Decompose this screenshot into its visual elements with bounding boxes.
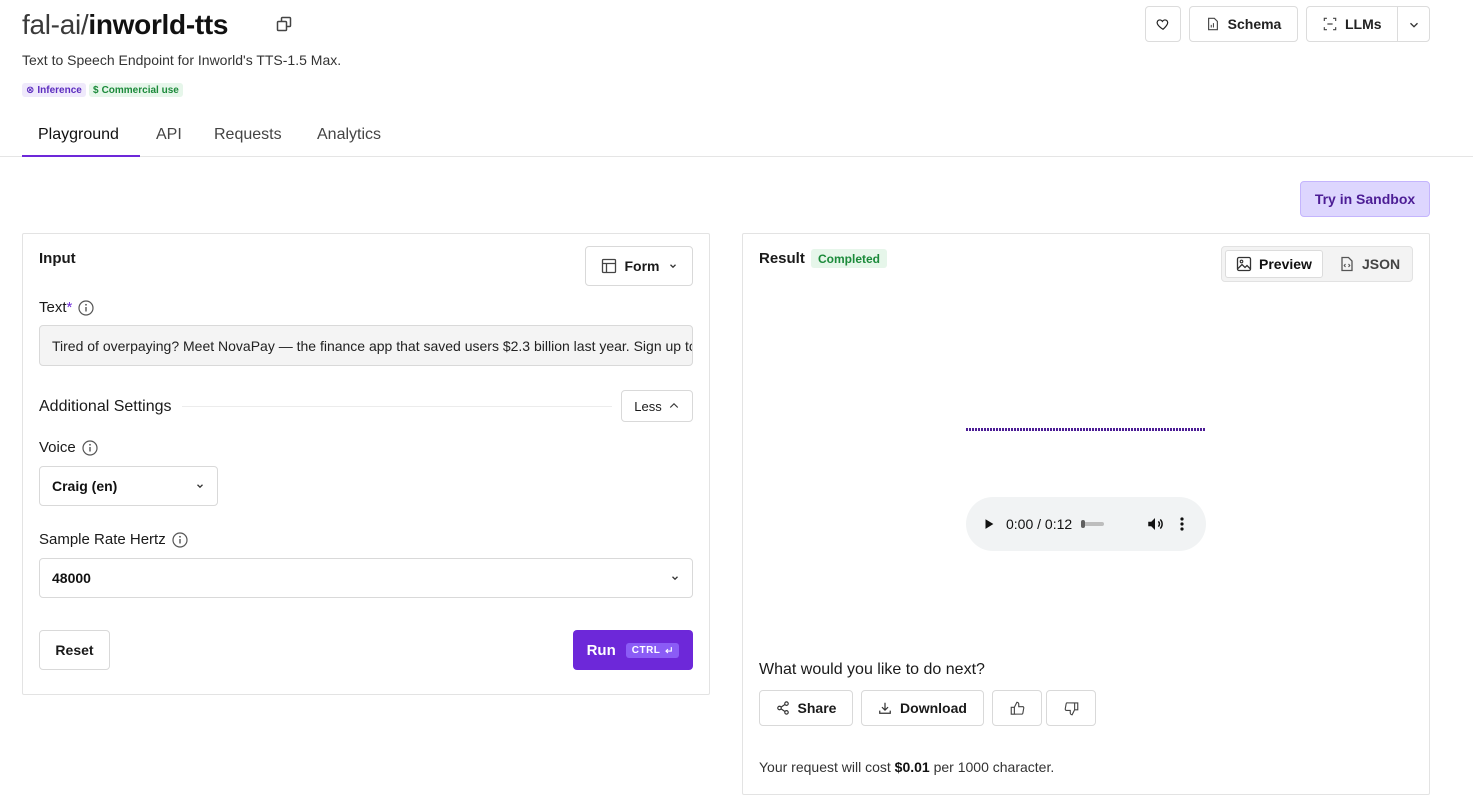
- status-badge: Completed: [811, 249, 888, 268]
- share-icon: [776, 701, 789, 715]
- form-mode-select[interactable]: Form: [585, 246, 693, 286]
- info-icon[interactable]: [172, 531, 188, 548]
- copy-icon[interactable]: [276, 16, 292, 32]
- additional-settings-heading: Additional Settings: [39, 398, 172, 415]
- thumbs-down-button[interactable]: [1046, 690, 1096, 726]
- sample-rate-select[interactable]: 48000: [39, 558, 693, 598]
- model-name: inworld-tts: [88, 9, 229, 40]
- audio-seek-bar[interactable]: [1081, 520, 1105, 528]
- chevron-up-icon: [669, 402, 678, 408]
- favorite-button[interactable]: [1145, 6, 1181, 42]
- voice-select[interactable]: Craig (en): [39, 466, 218, 506]
- voice-label: Voice: [39, 439, 98, 456]
- reset-button[interactable]: Reset: [39, 630, 110, 670]
- info-icon[interactable]: [82, 439, 98, 456]
- cost-note: Your request will cost $0.01 per 1000 ch…: [759, 759, 1055, 775]
- audio-time: 0:00 / 0:12: [1006, 516, 1073, 532]
- enter-key-icon: [665, 646, 673, 653]
- document-icon: [1207, 17, 1218, 31]
- volume-icon[interactable]: [1146, 515, 1164, 533]
- tab-playground[interactable]: Playground: [38, 126, 119, 144]
- thumbs-down-icon: [1064, 701, 1078, 715]
- keyboard-shortcut-badge: CTRL: [625, 642, 680, 658]
- inference-icon: ⊗: [26, 84, 35, 96]
- play-icon[interactable]: [982, 517, 996, 531]
- view-toggle: Preview JSON: [1221, 246, 1413, 282]
- run-button[interactable]: Run CTRL: [573, 630, 693, 670]
- less-button[interactable]: Less: [621, 390, 693, 422]
- org-name: fal-ai/: [22, 9, 89, 40]
- next-action-prompt: What would you like to do next?: [759, 661, 985, 678]
- text-label: Text*: [39, 299, 94, 316]
- code-file-icon: [1341, 256, 1353, 272]
- active-tab-indicator: [22, 155, 140, 157]
- json-tab[interactable]: JSON: [1329, 250, 1410, 278]
- image-icon: [1236, 256, 1252, 272]
- dollar-icon: $: [93, 84, 99, 96]
- tab-api[interactable]: API: [156, 126, 182, 144]
- text-input[interactable]: Tired of overpaying? Meet NovaPay — the …: [39, 325, 693, 366]
- audio-waveform: [966, 428, 1205, 431]
- required-mark: *: [66, 299, 73, 316]
- chevron-down-icon: [672, 576, 678, 581]
- chevron-down-icon: [197, 484, 203, 489]
- llms-separator: [1397, 7, 1398, 41]
- thumbs-up-icon: [1010, 701, 1024, 715]
- more-options-icon[interactable]: [1174, 516, 1190, 532]
- llms-button[interactable]: LLMs: [1306, 6, 1430, 42]
- input-title: Input: [39, 250, 76, 267]
- input-panel: [22, 233, 710, 695]
- settings-divider: [182, 406, 612, 407]
- audio-seek-thumb[interactable]: [1081, 520, 1086, 528]
- info-icon[interactable]: [78, 299, 94, 316]
- chevron-down-icon: [669, 264, 676, 269]
- heart-icon: [1156, 19, 1169, 30]
- sample-rate-label: Sample Rate Hertz: [39, 531, 188, 548]
- page-subtitle: Text to Speech Endpoint for Inworld's TT…: [22, 52, 342, 68]
- result-title: Result: [759, 250, 805, 267]
- tab-analytics[interactable]: Analytics: [317, 126, 381, 144]
- tabs-divider: [0, 156, 1473, 157]
- scan-icon: [1323, 17, 1337, 31]
- layout-icon: [601, 258, 616, 274]
- try-in-sandbox-button[interactable]: Try in Sandbox: [1300, 181, 1430, 217]
- download-icon: [879, 702, 891, 714]
- page-title: fal-ai/inworld-tts: [22, 8, 228, 42]
- chevron-down-icon[interactable]: [1407, 18, 1421, 32]
- commercial-use-badge: $ Commercial use: [89, 83, 183, 97]
- audio-player[interactable]: 0:00 / 0:12: [966, 497, 1206, 551]
- share-button[interactable]: Share: [759, 690, 853, 726]
- tab-requests[interactable]: Requests: [214, 126, 282, 144]
- thumbs-up-button[interactable]: [992, 690, 1042, 726]
- cost-amount: $0.01: [894, 759, 930, 775]
- preview-tab[interactable]: Preview: [1225, 250, 1323, 278]
- schema-button[interactable]: Schema: [1189, 6, 1298, 42]
- inference-badge: ⊗ Inference: [22, 83, 86, 97]
- download-button[interactable]: Download: [861, 690, 984, 726]
